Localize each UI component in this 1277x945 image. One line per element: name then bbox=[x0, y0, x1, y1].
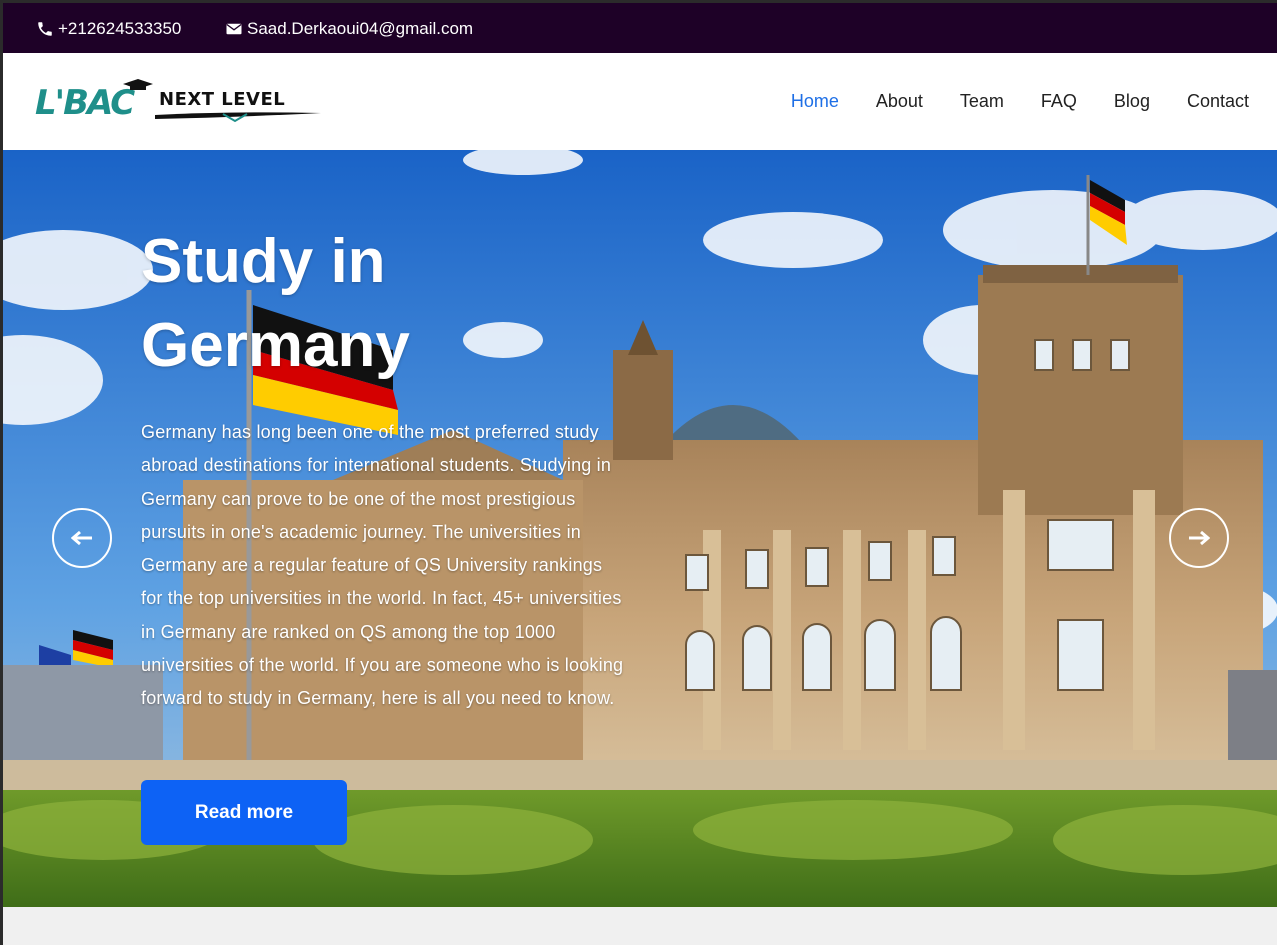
nav-contact[interactable]: Contact bbox=[1187, 91, 1249, 112]
primary-nav: Home About Team FAQ Blog Contact bbox=[754, 91, 1249, 112]
next-section-edge bbox=[3, 907, 1277, 945]
logo-tagline: NEXT LEVEL bbox=[159, 89, 286, 110]
contact-topbar: +212624533350 Saad.Derkaoui04@gmail.com bbox=[3, 3, 1277, 53]
browser-page: +212624533350 Saad.Derkaoui04@gmail.com … bbox=[3, 3, 1277, 945]
nav-team[interactable]: Team bbox=[960, 91, 1004, 112]
hero-description: Germany has long been one of the most pr… bbox=[141, 422, 624, 709]
hero-title-line2: Germany bbox=[141, 311, 410, 380]
nav-home[interactable]: Home bbox=[791, 91, 839, 112]
logo-swoosh bbox=[155, 112, 321, 123]
carousel-next-button[interactable] bbox=[1169, 508, 1229, 568]
email-address: Saad.Derkaoui04@gmail.com bbox=[247, 19, 474, 38]
carousel-prev-button[interactable] bbox=[52, 508, 112, 568]
phone-icon bbox=[38, 22, 52, 36]
hero-text-block: Study in Germany Germany has long been o… bbox=[141, 220, 641, 716]
nav-faq[interactable]: FAQ bbox=[1041, 91, 1077, 112]
read-more-button[interactable]: Read more bbox=[141, 780, 347, 845]
graduation-cap-icon bbox=[123, 79, 153, 90]
hero-carousel: Study in Germany Germany has long been o… bbox=[3, 150, 1277, 907]
email-contact[interactable]: Saad.Derkaoui04@gmail.com bbox=[225, 19, 473, 39]
brand-logo[interactable]: L'BAC NEXT LEVEL bbox=[35, 79, 325, 125]
hero-title: Study in Germany bbox=[141, 220, 641, 388]
nav-about[interactable]: About bbox=[876, 91, 923, 112]
main-navbar: L'BAC NEXT LEVEL Home About Team FAQ Blo… bbox=[3, 53, 1277, 150]
envelope-icon bbox=[226, 23, 242, 35]
phone-number: +212624533350 bbox=[58, 19, 182, 38]
logo-wordmark: L'BAC bbox=[35, 83, 135, 123]
nav-blog[interactable]: Blog bbox=[1114, 91, 1150, 112]
arrow-right-icon bbox=[1189, 530, 1210, 546]
hero-title-line1: Study in bbox=[141, 227, 386, 296]
arrow-left-icon bbox=[71, 530, 92, 546]
phone-contact[interactable]: +212624533350 bbox=[36, 19, 181, 39]
